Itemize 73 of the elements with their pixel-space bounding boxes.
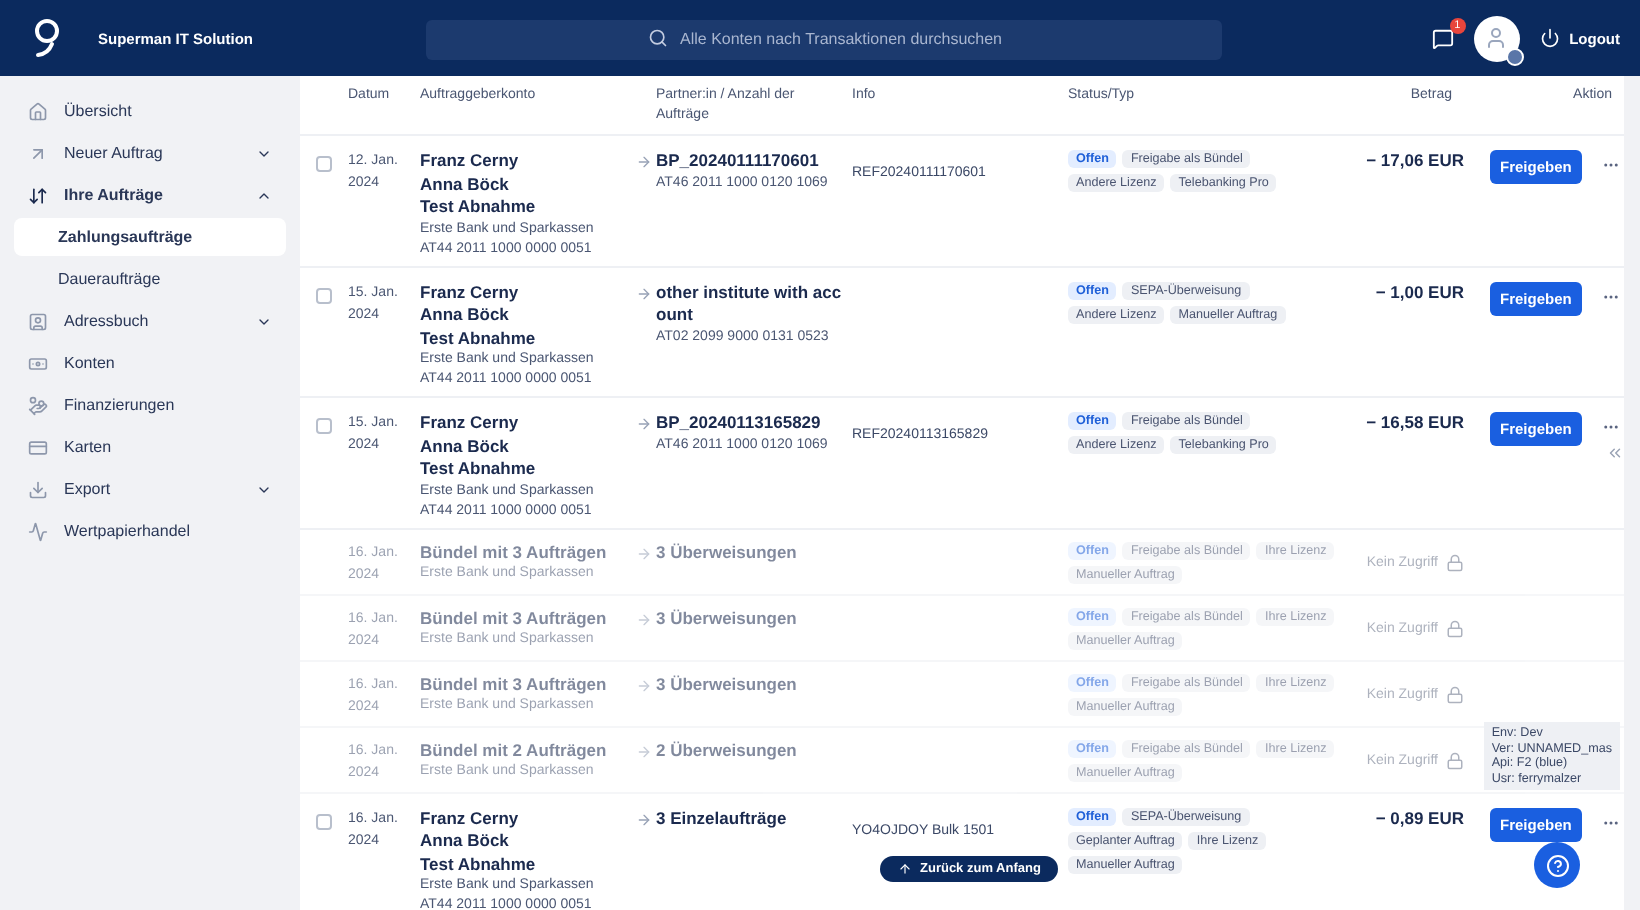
account-name: Franz Cerny: [420, 150, 521, 173]
hand-coins-icon: [28, 395, 48, 415]
partner-name: BP_20240113165829: [656, 412, 823, 435]
account-name: Anna Böck: [420, 173, 511, 196]
lock-icon: [1446, 554, 1464, 572]
account-name: Franz Cerny: [420, 412, 521, 435]
contact-card-icon: [28, 311, 48, 331]
arrow-right-icon: [636, 743, 652, 759]
sidebar-item[interactable]: Konten: [14, 344, 286, 382]
arrow-up-right-icon: [28, 143, 48, 163]
sidebar-item[interactable]: Ihre Aufträge: [14, 176, 286, 214]
partner-name: 3 Überweisungen: [656, 541, 799, 564]
lock-icon: [1446, 620, 1464, 638]
amount: − 1,00 EUR: [1373, 281, 1464, 305]
lock-icon: [1446, 686, 1464, 704]
partner-name: other institute with account: [656, 281, 844, 327]
sidebar-item[interactable]: Export: [14, 470, 286, 508]
arrow-right-icon: [636, 677, 652, 693]
help-button[interactable]: [1534, 842, 1580, 888]
sidebar-item[interactable]: Wertpapierhandel: [14, 512, 286, 550]
search-field[interactable]: Alle Konten nach Transaktionen durchsuchen: [426, 19, 1222, 59]
avatar[interactable]: [1473, 15, 1520, 61]
amount: − 16,58 EUR: [1364, 412, 1464, 436]
logo-icon: [34, 18, 60, 58]
arrow-right-icon: [636, 611, 652, 627]
sidebar-item[interactable]: Karten: [14, 428, 286, 466]
arrow-right-icon: [636, 154, 652, 170]
help-icon: [1545, 853, 1569, 877]
sidebar-subitem[interactable]: Zahlungsaufträge: [14, 218, 286, 256]
account-name: Anna Böck: [420, 304, 511, 327]
partner-name: 2 Überweisungen: [656, 739, 799, 762]
partner-name: 3 Überweisungen: [656, 673, 799, 696]
arrow-right-icon: [636, 545, 652, 561]
row-checkbox[interactable]: [316, 287, 332, 303]
sidebar-item[interactable]: Übersicht: [14, 92, 286, 130]
account-name: Bündel mit 3 Aufträgen: [420, 541, 609, 564]
account-name: Test Abnahme: [420, 853, 538, 876]
row-checkbox[interactable]: [316, 418, 332, 434]
account-name: Franz Cerny: [420, 807, 521, 830]
account-name: Test Abnahme: [420, 327, 538, 350]
account-name: Anna Böck: [420, 435, 511, 458]
account-name: Franz Cerny: [420, 281, 521, 304]
arrow-right-icon: [636, 811, 652, 827]
account-name: Test Abnahme: [420, 458, 538, 481]
sidebar-subitem[interactable]: Daueraufträge: [14, 260, 286, 298]
chat-bubble-icon[interactable]: [1431, 27, 1454, 49]
download-icon: [28, 479, 48, 499]
account-name: Test Abnahme: [420, 196, 538, 219]
amount: − 0,89 EUR: [1373, 807, 1464, 831]
search-icon: [648, 28, 668, 48]
home-icon: [28, 101, 48, 121]
arrow-right-icon: [636, 285, 652, 301]
account-name: Bündel mit 2 Aufträgen: [420, 739, 609, 762]
banknote-icon: [28, 353, 48, 373]
sidebar-item[interactable]: Neuer Auftrag: [14, 134, 286, 172]
account-name: Bündel mit 3 Aufträgen: [420, 607, 609, 630]
partner-name: 3 Einzelaufträge: [656, 807, 789, 830]
power-icon: [1539, 28, 1560, 48]
row-checkbox[interactable]: [316, 813, 332, 829]
amount: − 17,06 EUR: [1364, 150, 1464, 174]
arrows-up-down-icon: [28, 185, 48, 205]
account-name: Bündel mit 3 Aufträgen: [420, 673, 609, 696]
row-checkbox[interactable]: [316, 156, 332, 172]
partner-name: 3 Überweisungen: [656, 607, 799, 630]
account-name: Anna Böck: [420, 830, 511, 853]
sidebar-item[interactable]: Finanzierungen: [14, 386, 286, 424]
arrow-right-icon: [636, 416, 652, 432]
partner-name: BP_20240111170601: [656, 150, 821, 173]
activity-icon: [28, 521, 48, 541]
card-icon: [28, 437, 48, 457]
sidebar-item[interactable]: Adressbuch: [14, 302, 286, 340]
arrow-up-icon: [898, 862, 912, 876]
lock-icon: [1446, 752, 1464, 770]
